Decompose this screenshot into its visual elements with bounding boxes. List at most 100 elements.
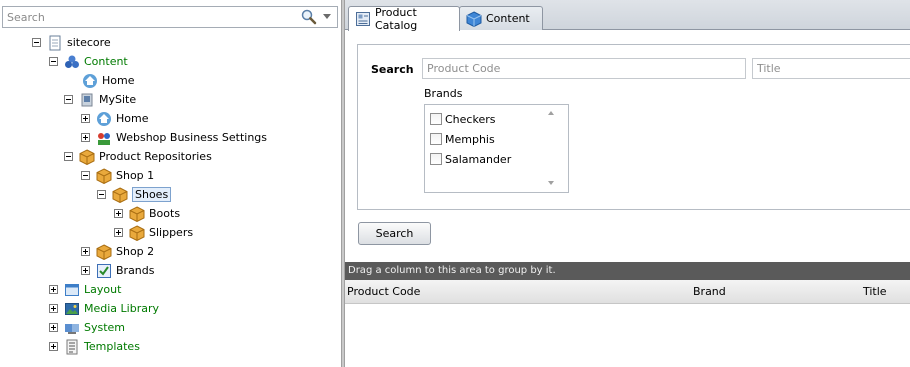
page-icon — [49, 35, 61, 50]
tree-node-label: Home — [116, 112, 149, 125]
scroll-down-icon[interactable] — [548, 181, 554, 185]
tree-node-content[interactable]: Content — [49, 52, 128, 71]
tree-node-media-library[interactable]: Media Library — [49, 299, 159, 318]
group-by-hint: Drag a column to this area to group by i… — [348, 265, 556, 276]
tree-node-brands[interactable]: Brands — [81, 261, 155, 280]
expand-icon[interactable] — [81, 133, 90, 142]
tree-search-input[interactable] — [7, 9, 287, 25]
box-icon — [129, 205, 145, 222]
column-header-product-code[interactable]: Product Code — [347, 285, 420, 298]
tree-node-webshop-settings[interactable]: Webshop Business Settings — [81, 128, 267, 147]
tab-product-catalog[interactable]: Product Catalog — [348, 6, 460, 32]
tree-node-label: Webshop Business Settings — [116, 131, 268, 144]
tree-node-label: sitecore — [67, 36, 111, 49]
expand-icon[interactable] — [49, 285, 58, 294]
collapse-icon[interactable] — [81, 171, 90, 180]
tree-node-mysite[interactable]: MySite — [64, 90, 136, 109]
column-header-brand[interactable]: Brand — [693, 285, 726, 298]
tab-label: Content — [486, 12, 530, 25]
home-icon — [83, 73, 97, 88]
editor-panel: Product Catalog Content Search Brands Ch… — [345, 0, 910, 367]
tree-node-label: MySite — [99, 93, 137, 106]
site-icon — [81, 93, 93, 106]
tab-strip: Product Catalog Content — [345, 0, 910, 32]
home-icon — [97, 111, 111, 126]
box-icon — [129, 224, 145, 241]
brand-option-salamander[interactable]: Salamander — [430, 151, 511, 167]
layout-icon — [65, 283, 79, 296]
checkbox[interactable] — [430, 113, 442, 125]
tree-node-shop-2[interactable]: Shop 2 — [81, 242, 154, 261]
tree-node-shop-1[interactable]: Shop 1 — [81, 166, 154, 185]
product-search-form: Search Brands Checkers Memphis Salamande… — [357, 44, 910, 210]
checkbox[interactable] — [430, 133, 442, 145]
scroll-up-icon[interactable] — [548, 111, 554, 115]
tree-node-label: Content — [84, 55, 128, 68]
brands-label: Brands — [424, 87, 463, 100]
product-catalog-content: Search Brands Checkers Memphis Salamande… — [345, 30, 910, 367]
expand-icon[interactable] — [49, 342, 58, 351]
catalog-icon — [356, 12, 370, 26]
product-code-input[interactable] — [422, 58, 746, 79]
system-icon — [65, 323, 79, 334]
expand-icon[interactable] — [81, 247, 90, 256]
search-label: Search — [371, 63, 414, 76]
brands-scrollbar[interactable] — [543, 105, 559, 192]
tree-node-label: Templates — [84, 340, 140, 353]
title-input[interactable] — [752, 58, 910, 79]
tree-node-label: Product Repositories — [99, 150, 212, 163]
expand-icon[interactable] — [49, 304, 58, 313]
settings-icon — [98, 132, 110, 145]
collapse-icon[interactable] — [64, 95, 73, 104]
dropdown-arrow-icon[interactable] — [321, 13, 333, 21]
collapse-icon[interactable] — [64, 152, 73, 161]
tree-node-label: Shoes — [132, 187, 172, 202]
expand-icon[interactable] — [49, 323, 58, 332]
box-icon — [96, 243, 112, 260]
checkbox-icon — [97, 263, 111, 278]
expand-icon[interactable] — [81, 114, 90, 123]
media-icon — [65, 302, 79, 315]
collapse-icon[interactable] — [49, 57, 58, 66]
tree-node-shoes[interactable]: Shoes — [97, 185, 172, 204]
tree-node-system[interactable]: System — [49, 318, 125, 337]
tree-node-label: System — [84, 321, 126, 334]
tree-node-label: Shop 1 — [116, 169, 155, 182]
collapse-icon[interactable] — [32, 38, 41, 47]
checkbox[interactable] — [430, 153, 442, 165]
tab-content[interactable]: Content — [459, 6, 543, 30]
tree-node-label: Layout — [84, 283, 122, 296]
box-icon — [96, 167, 112, 184]
tree-node-label: Media Library — [84, 302, 159, 315]
brands-listbox[interactable]: Checkers Memphis Salamander — [424, 104, 569, 193]
column-header-title[interactable]: Title — [863, 285, 887, 298]
expand-icon[interactable] — [114, 209, 123, 218]
tree-node-label: Boots — [149, 207, 181, 220]
group-by-area[interactable]: Drag a column to this area to group by i… — [345, 262, 910, 280]
search-button[interactable]: Search — [358, 222, 431, 245]
cube-icon — [466, 10, 482, 27]
content-icon — [65, 55, 79, 68]
tree-node-boots[interactable]: Boots — [114, 204, 180, 223]
tree-node-home[interactable]: Home — [67, 71, 134, 90]
tree-node-layout[interactable]: Layout — [49, 280, 121, 299]
expand-icon[interactable] — [81, 266, 90, 275]
content-tree-panel: sitecore Content Home MySite — [0, 0, 341, 367]
tree-node-mysite-home[interactable]: Home — [81, 109, 148, 128]
tree-node-product-repositories[interactable]: Product Repositories — [64, 147, 212, 166]
box-icon — [112, 186, 128, 203]
tree-node-label: Shop 2 — [116, 245, 155, 258]
expand-icon[interactable] — [114, 228, 123, 237]
collapse-icon[interactable] — [97, 190, 106, 199]
tree-node-slippers[interactable]: Slippers — [114, 223, 193, 242]
box-icon — [79, 148, 95, 165]
brand-option-memphis[interactable]: Memphis — [430, 131, 495, 147]
brand-option-label: Checkers — [445, 112, 496, 126]
tree-node-sitecore[interactable]: sitecore — [32, 33, 111, 52]
tree-node-templates[interactable]: Templates — [49, 337, 140, 356]
results-grid-header: Product Code Brand Title — [345, 280, 910, 304]
search-icon[interactable] — [300, 9, 318, 25]
brand-option-checkers[interactable]: Checkers — [430, 111, 495, 127]
tree-node-label: Home — [102, 74, 135, 87]
tree-search-bar — [2, 6, 338, 28]
